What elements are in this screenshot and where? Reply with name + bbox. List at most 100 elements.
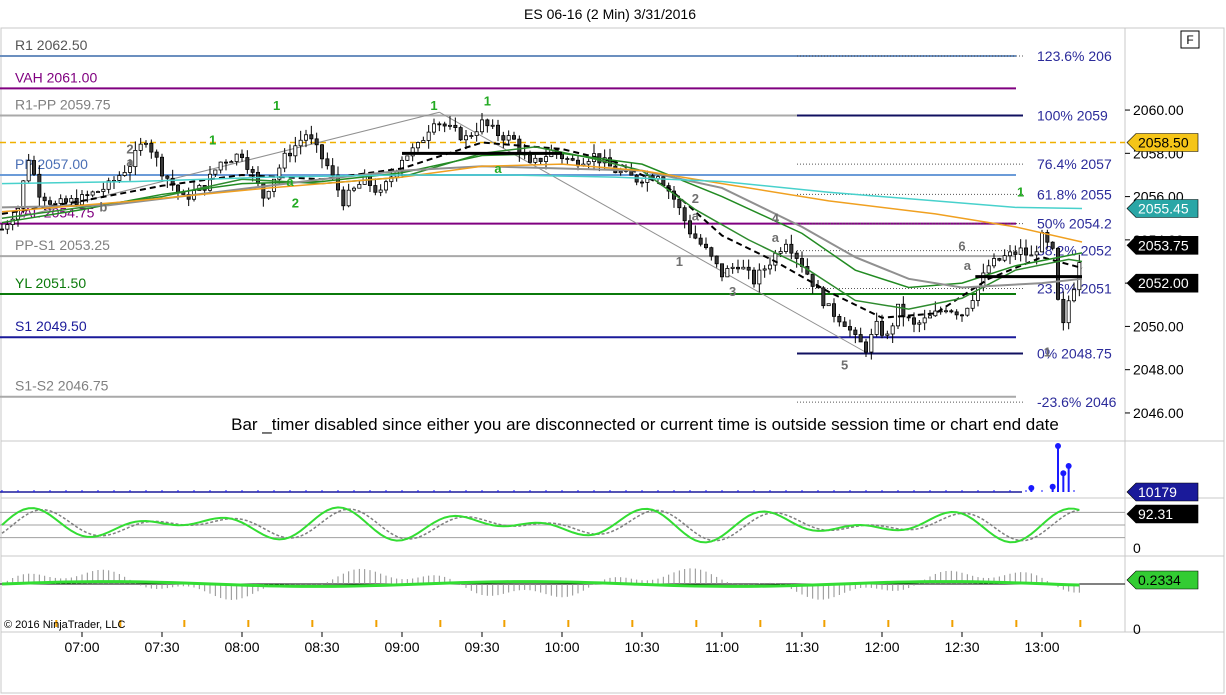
candle-body bbox=[1034, 251, 1039, 256]
stoch-tag: 92.31 bbox=[1138, 506, 1173, 522]
wave-label: 1 bbox=[273, 98, 280, 113]
candle-body bbox=[293, 145, 298, 157]
chart-canvas[interactable]: ES 06-16 (2 Min) 3/31/2016 F R1 2062.50 V… bbox=[0, 0, 1226, 695]
candle-body bbox=[736, 266, 741, 270]
fib-label: -23.6% 2046 bbox=[1037, 394, 1117, 410]
session-marker bbox=[503, 620, 506, 627]
volume-spike-dot bbox=[1060, 470, 1067, 477]
volume-spike-dot bbox=[1055, 443, 1061, 449]
price-tick-label: 2048.00 bbox=[1133, 362, 1184, 378]
candle-body bbox=[565, 158, 570, 160]
candle-body bbox=[282, 152, 287, 169]
candle-body bbox=[752, 269, 757, 285]
wave-label: 3 bbox=[729, 284, 736, 299]
session-marker bbox=[1079, 620, 1082, 627]
fib-label: 61.8% 2055 bbox=[1037, 186, 1112, 202]
candle-body bbox=[682, 207, 687, 222]
candle-body bbox=[90, 191, 95, 196]
session-marker bbox=[311, 620, 314, 627]
candle-body bbox=[880, 320, 885, 336]
wave-label: a bbox=[494, 161, 502, 176]
candle-body bbox=[341, 189, 346, 207]
session-marker bbox=[1015, 620, 1018, 627]
price-tick-label: 2050.00 bbox=[1133, 318, 1184, 334]
candle-body bbox=[287, 152, 292, 157]
chart-title: ES 06-16 (2 Min) 3/31/2016 bbox=[524, 6, 696, 22]
candle-body bbox=[528, 154, 533, 163]
candle-body bbox=[992, 258, 997, 267]
candle-body bbox=[458, 127, 463, 141]
volume-tag: 10179 bbox=[1138, 484, 1177, 500]
candle-body bbox=[330, 165, 335, 176]
candle-body bbox=[890, 325, 895, 335]
candle-body bbox=[906, 316, 911, 319]
candle-body bbox=[858, 334, 863, 343]
candle-body bbox=[64, 198, 69, 203]
candle-body bbox=[1061, 298, 1066, 324]
candle-body bbox=[245, 157, 250, 170]
candle-body bbox=[250, 169, 255, 173]
candle-body bbox=[48, 200, 53, 205]
session-marker bbox=[375, 620, 378, 627]
candle-body bbox=[1018, 247, 1023, 255]
candle-body bbox=[165, 175, 170, 179]
candle-body bbox=[538, 157, 543, 162]
candle-body bbox=[928, 315, 933, 319]
candle-body bbox=[954, 311, 959, 316]
level-label: VAH 2061.00 bbox=[15, 69, 97, 85]
candle-body bbox=[431, 123, 436, 133]
candle-body bbox=[159, 156, 164, 177]
session-marker bbox=[247, 620, 250, 627]
level-label: R1 2062.50 bbox=[15, 37, 88, 53]
time-tick-label: 07:30 bbox=[144, 639, 179, 655]
candle-body bbox=[143, 142, 148, 145]
fib-label: 50% 2054.2 bbox=[1037, 216, 1112, 232]
candle-body bbox=[917, 322, 922, 325]
candle-body bbox=[1029, 254, 1034, 257]
candle-body bbox=[1024, 247, 1029, 256]
session-marker bbox=[695, 620, 698, 627]
candle-body bbox=[314, 138, 319, 146]
candle-body bbox=[229, 161, 234, 164]
fib-label: 123.6% 206 bbox=[1037, 48, 1112, 64]
candle-body bbox=[239, 153, 244, 158]
candle-body bbox=[469, 135, 474, 137]
candle-body bbox=[933, 310, 938, 317]
price-tick-label: 2046.00 bbox=[1133, 405, 1184, 421]
fib-label: 76.4% 2057 bbox=[1037, 156, 1112, 172]
wave-label: 1 bbox=[430, 98, 437, 113]
candle-body bbox=[832, 303, 837, 317]
candle-body bbox=[479, 119, 484, 133]
candle-body bbox=[618, 170, 623, 174]
candle-body bbox=[378, 189, 383, 193]
candle-body bbox=[885, 333, 890, 336]
candle-body bbox=[474, 131, 479, 136]
level-label: R1-PP 2059.75 bbox=[15, 96, 111, 112]
price-tick-label: 2060.00 bbox=[1133, 102, 1184, 118]
candle-body bbox=[944, 310, 949, 313]
candle-body bbox=[421, 140, 426, 143]
wave-label: 1 bbox=[209, 133, 216, 148]
candle-body bbox=[346, 189, 351, 207]
candle-body bbox=[0, 228, 4, 231]
volume-spike-dot bbox=[1065, 463, 1072, 469]
candle-body bbox=[325, 158, 330, 167]
candle-body bbox=[405, 155, 410, 161]
candle-body bbox=[32, 160, 37, 175]
candle-body bbox=[757, 269, 762, 285]
candle-body bbox=[5, 224, 10, 230]
wave-label: 1 bbox=[1044, 345, 1051, 360]
candle-body bbox=[997, 258, 1002, 261]
candle-body bbox=[970, 300, 975, 309]
candle-body bbox=[768, 264, 773, 270]
volume-spike-dot bbox=[1049, 483, 1056, 490]
candle-body bbox=[117, 175, 122, 181]
candle-body bbox=[447, 124, 452, 127]
candle-body bbox=[512, 135, 517, 140]
candle-body bbox=[560, 153, 565, 160]
candle-body bbox=[698, 237, 703, 245]
candle-body bbox=[586, 161, 591, 165]
price-tag: 2058.50 bbox=[1138, 135, 1189, 151]
candle-body bbox=[986, 265, 991, 274]
candle-body bbox=[570, 158, 575, 161]
